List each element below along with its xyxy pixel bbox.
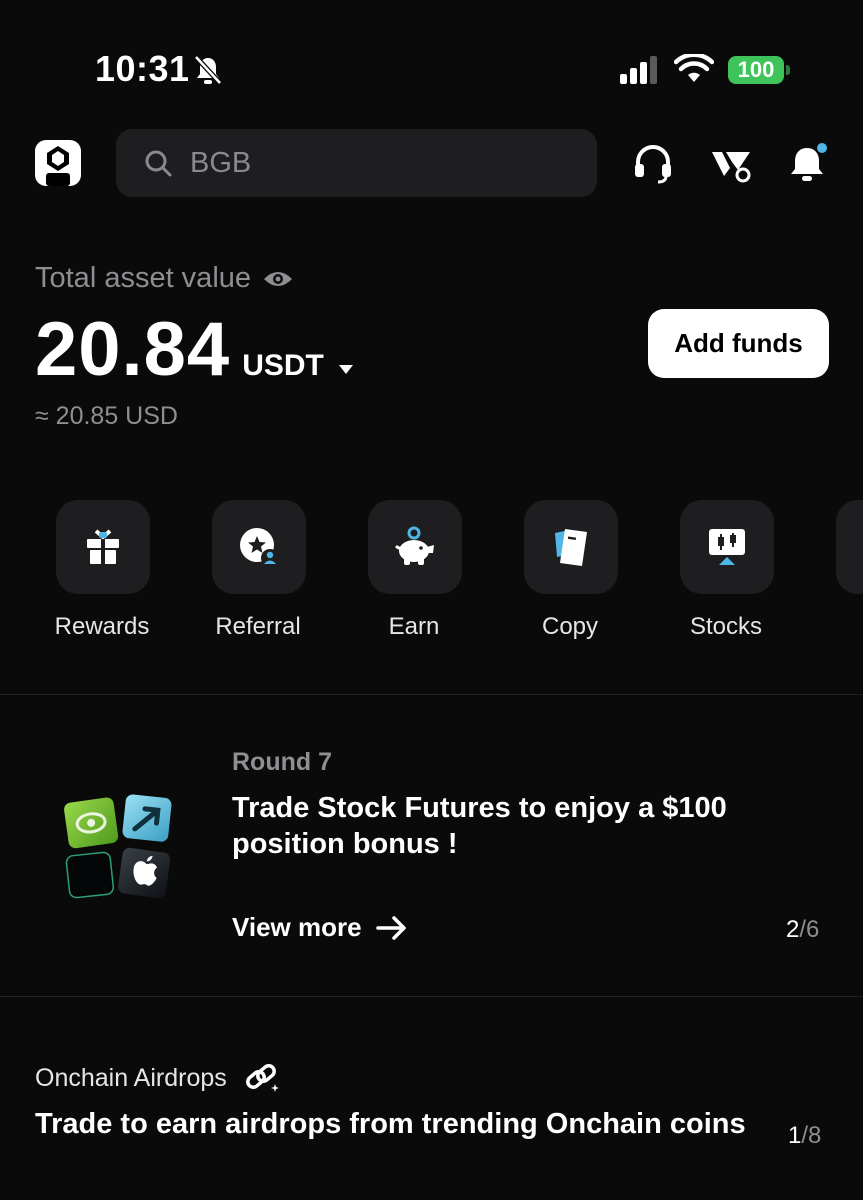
shortcut-label: Referral	[215, 613, 301, 640]
caret-down-icon[interactable]	[338, 363, 354, 375]
shortcut-label: Rewards	[54, 613, 150, 640]
battery-tip	[786, 65, 790, 75]
stock-tiles-illustration[interactable]	[56, 792, 180, 904]
shortcut-tile[interactable]	[212, 500, 306, 594]
notification-bell-icon[interactable]	[786, 142, 828, 184]
asset-unit: USDT	[242, 349, 324, 382]
shortcut-rewards[interactable]: Rewards	[24, 500, 180, 650]
pager-current: 2	[786, 916, 800, 943]
airdrops-title[interactable]: Trade to earn airdrops from trending Onc…	[35, 1108, 746, 1141]
support-headset-icon[interactable]	[632, 142, 674, 184]
asset-label-row: Total asset value	[35, 262, 293, 295]
search-icon	[145, 150, 172, 177]
shortcut-more[interactable]: M	[804, 500, 863, 650]
referral-icon	[240, 528, 279, 567]
eye-icon[interactable]	[263, 268, 293, 290]
shortcut-tile[interactable]	[56, 500, 150, 594]
search-bar[interactable]	[116, 129, 597, 197]
divider	[0, 694, 863, 695]
add-funds-button[interactable]: Add funds	[648, 309, 829, 378]
divider	[0, 996, 863, 997]
asset-value: 20.84	[35, 307, 231, 392]
vip-badge-icon[interactable]	[710, 142, 752, 184]
chain-link-icon	[245, 1064, 279, 1092]
shortcut-copy[interactable]: Copy	[492, 500, 648, 650]
shortcut-label: M	[804, 613, 863, 641]
shortcut-stocks[interactable]: Stocks	[648, 500, 804, 650]
pager-current: 1	[788, 1122, 802, 1149]
asset-usd-equivalent: ≈ 20.85 USD	[35, 402, 178, 430]
shortcut-tile[interactable]	[680, 500, 774, 594]
cellular-signal-icon	[620, 56, 657, 84]
shortcut-earn[interactable]: Earn	[336, 500, 492, 650]
pager-total: /8	[801, 1122, 822, 1149]
shortcut-referral[interactable]: Referral	[180, 500, 336, 650]
stocks-icon	[709, 529, 745, 565]
airdrops-label: Onchain Airdrops	[35, 1063, 227, 1092]
piggy-bank-icon	[395, 526, 434, 565]
status-time: 10:31	[95, 48, 190, 89]
promo-round: Round 7	[232, 748, 332, 776]
status-bar: 10:31 100	[0, 0, 863, 120]
shortcut-label: Stocks	[689, 613, 763, 640]
wifi-icon	[674, 54, 714, 82]
shortcut-tile[interactable]	[524, 500, 618, 594]
view-more-link[interactable]: View more	[232, 912, 408, 943]
shortcut-label: Earn	[388, 613, 440, 640]
asset-label: Total asset value	[35, 262, 252, 294]
search-input[interactable]	[190, 146, 570, 180]
bell-slash-icon	[194, 55, 222, 85]
airdrops-pager: 1/8	[788, 1122, 821, 1150]
avatar-icon[interactable]	[35, 140, 81, 186]
view-more-label: View more	[232, 912, 362, 942]
pager-total: /6	[799, 916, 820, 943]
airdrops-label-row: Onchain Airdrops	[35, 1062, 281, 1094]
gift-icon	[87, 529, 119, 564]
shortcut-label: Copy	[541, 613, 599, 640]
asset-value-row[interactable]: 20.84 USDT	[35, 306, 354, 393]
copy-trade-icon	[555, 529, 587, 566]
shortcut-tile[interactable]	[836, 500, 863, 594]
shortcut-tile[interactable]	[368, 500, 462, 594]
arrow-right-icon	[375, 915, 406, 940]
promo-title[interactable]: Trade Stock Futures to enjoy a $100 posi…	[232, 790, 792, 862]
promo-pager: 2/6	[786, 916, 819, 944]
battery-level: 100	[728, 56, 784, 84]
battery-icon: 100	[728, 56, 790, 84]
